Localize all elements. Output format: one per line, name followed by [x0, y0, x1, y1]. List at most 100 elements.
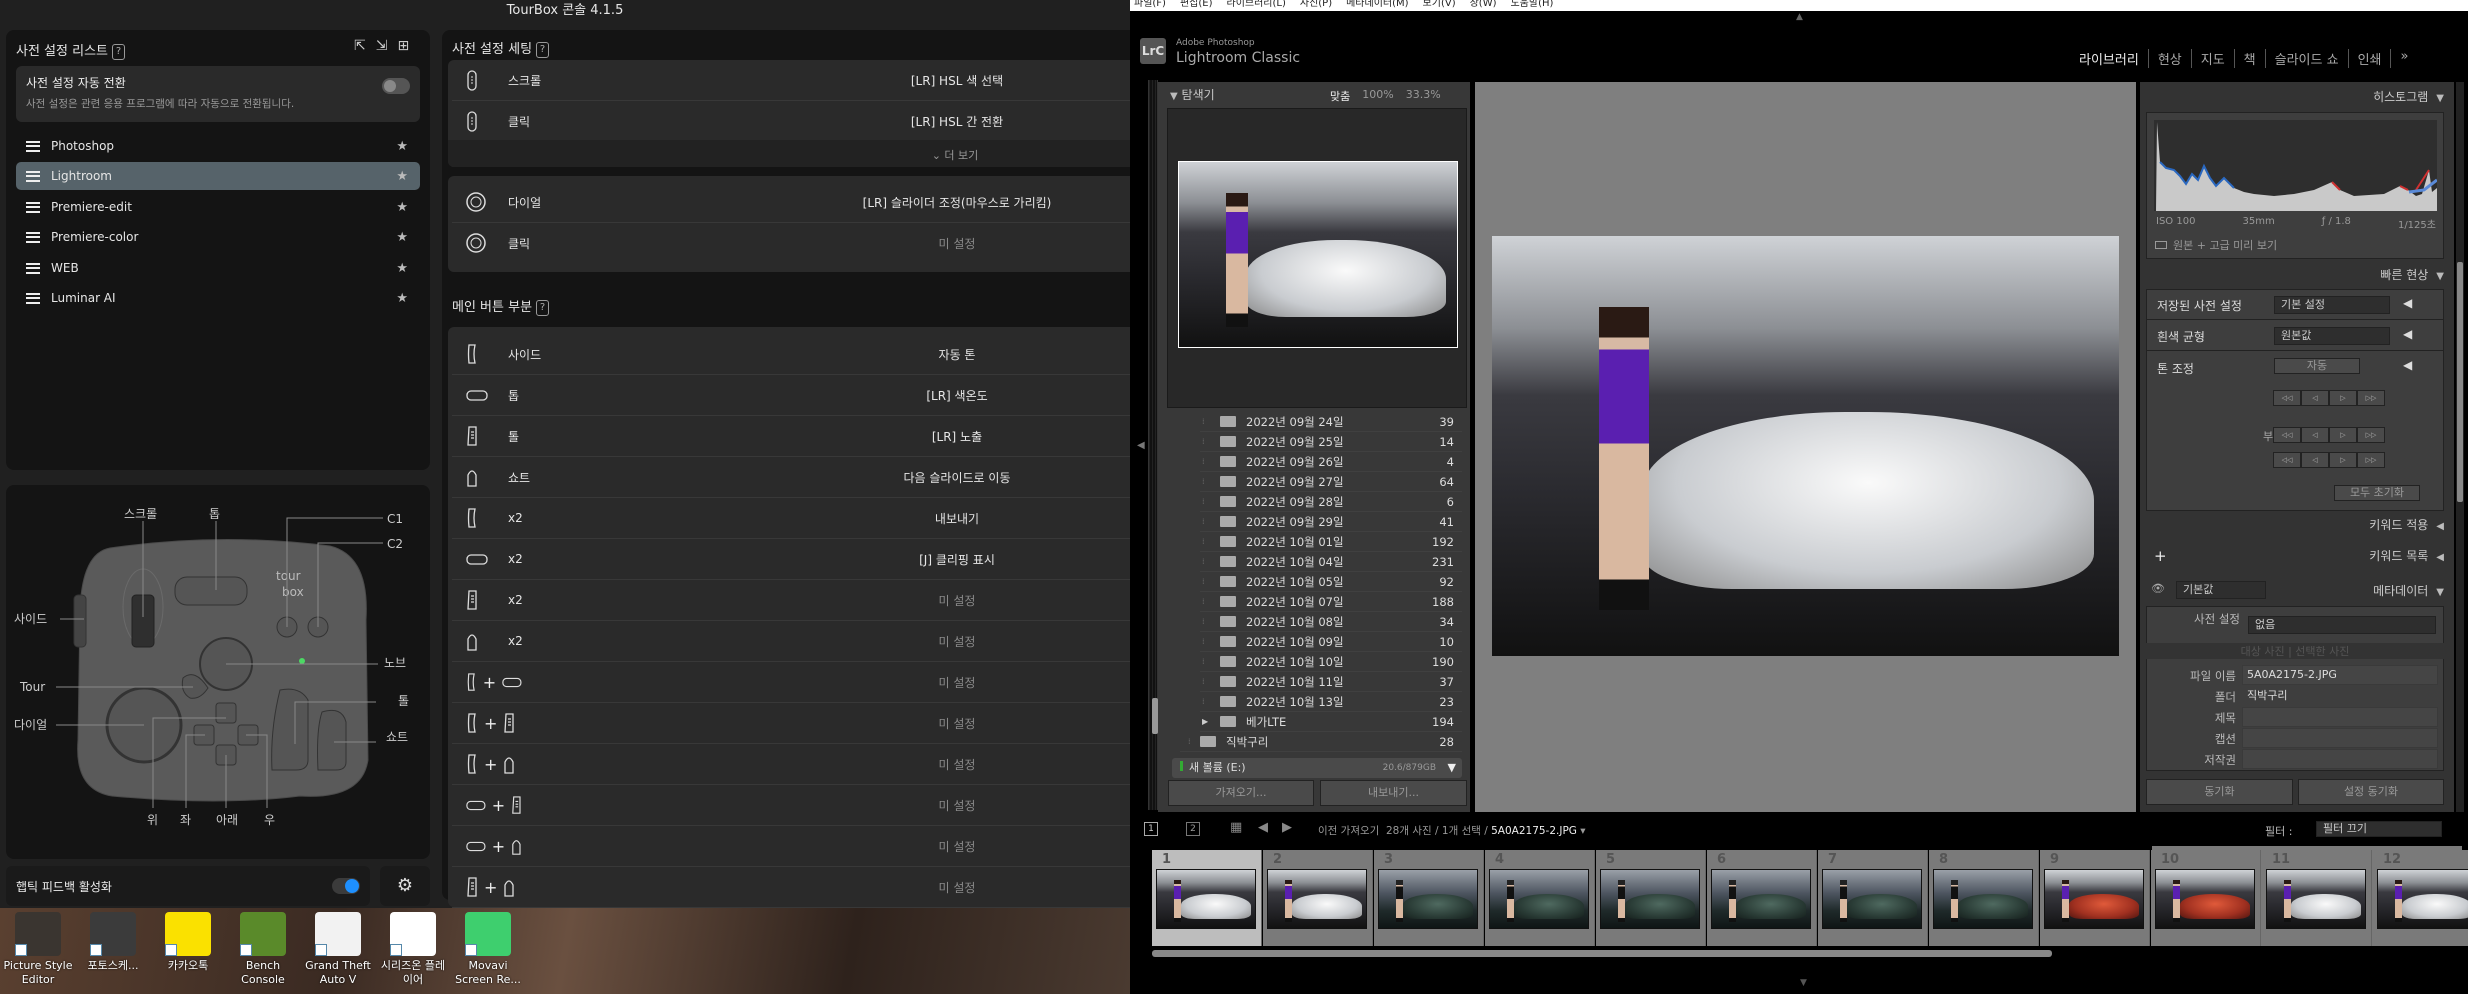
drag-handle-icon[interactable]: [26, 262, 40, 274]
desktop-icon[interactable]: Movavi Screen Re...: [452, 912, 524, 987]
star-icon[interactable]: ★: [396, 139, 408, 154]
settings-gear-icon[interactable]: ⚙: [380, 866, 430, 906]
button-mapping-row[interactable]: 클릭 [LR] HSL 간 전환: [452, 101, 1152, 142]
keyword-apply-header[interactable]: 키워드 적용 ◀: [2146, 516, 2444, 533]
menu-item[interactable]: 편집(E): [1180, 0, 1213, 9]
desktop-icon[interactable]: Bench Console: [227, 912, 299, 987]
menu-item[interactable]: 파일(F): [1134, 0, 1166, 9]
module-tab[interactable]: 인쇄: [2349, 49, 2392, 68]
metadata-field-value[interactable]: [2242, 707, 2438, 727]
expand-arrow-icon[interactable]: ▶: [1202, 717, 1212, 726]
help-icon[interactable]: ?: [112, 43, 125, 60]
desktop-icon[interactable]: Grand Theft Auto V: [302, 912, 374, 987]
filmstrip-scrollbar[interactable]: [1152, 950, 2052, 957]
button-mapping-row[interactable]: 톨 [LR] 노출: [452, 416, 1152, 457]
haptic-toggle[interactable]: [332, 878, 360, 894]
menu-item[interactable]: 메타데이터(M): [1346, 0, 1408, 9]
main-window-button[interactable]: 1: [1144, 822, 1158, 836]
preset-item[interactable]: WEB ★: [16, 254, 420, 282]
button-mapping-row[interactable]: 스크롤 [LR] HSL 색 선택: [452, 60, 1152, 101]
filmstrip-thumbnail[interactable]: 9: [2040, 850, 2150, 946]
desktop-icon[interactable]: 포토스케...: [77, 912, 149, 973]
folder-item[interactable]: ⁞ 2022년 10월 04일 231: [1200, 552, 1462, 572]
grid-view-icon[interactable]: ▦: [1230, 820, 1242, 835]
sync-button[interactable]: 동기화: [2146, 779, 2293, 805]
row-action-value[interactable]: [LR] 슬라이더 조정(마우스로 가리킴): [857, 194, 1057, 211]
left-scrollbar[interactable]: [1152, 698, 1158, 734]
metadata-preset-select[interactable]: 없음: [2248, 616, 2436, 634]
desktop-icon[interactable]: Picture Style Editor: [2, 912, 74, 987]
saved-preset-select[interactable]: 기본 설정: [2274, 296, 2390, 314]
button-mapping-row[interactable]: 다이얼 [LR] 슬라이더 조정(마우스로 가리킴): [452, 182, 1152, 223]
metadata-field-value[interactable]: [2242, 728, 2438, 748]
filmstrip-thumbnail[interactable]: 11: [2262, 850, 2372, 946]
button-mapping-row[interactable]: + 미 설정: [452, 826, 1152, 867]
button-mapping-row[interactable]: x2 [J] 클리핑 표시: [452, 539, 1152, 580]
navigator-preview[interactable]: [1167, 108, 1467, 408]
histogram-header[interactable]: 히스토그램 ▼: [2146, 88, 2444, 105]
row-action-value[interactable]: 미 설정: [857, 838, 1057, 855]
folder-item[interactable]: ⁞ 직박구리 28: [1180, 732, 1462, 752]
menu-item[interactable]: 라이브러리(L): [1227, 0, 1286, 9]
auto-tone-button[interactable]: 자동: [2274, 358, 2360, 374]
button-mapping-row[interactable]: + 미 설정: [452, 744, 1152, 785]
module-tab[interactable]: 현상: [2149, 49, 2192, 68]
filmstrip-thumbnail[interactable]: 12: [2373, 850, 2468, 946]
module-tab[interactable]: 책: [2235, 49, 2266, 68]
row-action-value[interactable]: [LR] 노출: [857, 428, 1057, 445]
second-window-button[interactable]: 2: [1186, 822, 1200, 836]
row-action-value[interactable]: 다음 슬라이드로 이동: [857, 469, 1057, 486]
drag-handle-icon[interactable]: [26, 140, 40, 152]
button-mapping-row[interactable]: 쇼트 다음 슬라이드로 이동: [452, 457, 1152, 498]
vibrance-stepper[interactable]: ◁◁ ◁ ▷ ▷▷: [2273, 452, 2385, 468]
navigator-header[interactable]: ▼ 탐색기: [1170, 86, 1215, 103]
preset-item[interactable]: Premiere-edit ★: [16, 193, 420, 221]
exposure-stepper[interactable]: ◁◁ ◁ ▷ ▷▷: [2273, 390, 2385, 406]
row-action-value[interactable]: 미 설정: [857, 592, 1057, 609]
prev-arrow-icon[interactable]: ◀: [1258, 820, 1268, 835]
metadata-header[interactable]: 메타데이터 ▼: [2146, 582, 2444, 599]
reset-all-button[interactable]: 모두 초기화: [2334, 485, 2420, 501]
menu-item[interactable]: 사진(P): [1300, 0, 1332, 9]
import-button[interactable]: 가져오기...: [1168, 780, 1314, 806]
auto-switch-toggle[interactable]: [382, 78, 410, 94]
menu-item[interactable]: 보기(V): [1423, 0, 1456, 9]
row-action-value[interactable]: 자동 톤: [857, 346, 1057, 363]
folder-item[interactable]: ⁞ 2022년 10월 01일 192: [1200, 532, 1462, 552]
filmstrip-thumbnail[interactable]: 1: [1152, 850, 1262, 946]
filmstrip-thumbnail[interactable]: 2: [1263, 850, 1373, 946]
target-toggle[interactable]: 대상 사진 | 선택한 사진: [2146, 643, 2444, 659]
folder-item[interactable]: ⁞ 2022년 10월 13일 23: [1200, 692, 1462, 712]
drag-handle-icon[interactable]: [26, 292, 40, 304]
volume-row[interactable]: 새 볼륨 (E:) 20.6/879GB ▼: [1172, 758, 1462, 778]
folder-item[interactable]: ⁞ 2022년 09월 24일 39: [1200, 412, 1462, 432]
help-icon[interactable]: ?: [536, 41, 550, 58]
preset-item[interactable]: Luminar AI ★: [16, 284, 420, 312]
row-action-value[interactable]: [LR] HSL 색 선택: [857, 72, 1057, 89]
button-mapping-row[interactable]: x2 미 설정: [452, 580, 1152, 621]
button-mapping-row[interactable]: 톱 [LR] 색온도: [452, 375, 1152, 416]
add-keyword-icon[interactable]: +: [2154, 547, 2167, 565]
row-action-value[interactable]: 미 설정: [857, 715, 1057, 732]
collapse-left-icon[interactable]: ◀: [1137, 440, 1145, 451]
preset-item[interactable]: Premiere-color ★: [16, 223, 420, 251]
expand-icon[interactable]: ◀: [2403, 327, 2412, 341]
button-mapping-row[interactable]: + 미 설정: [452, 867, 1152, 908]
row-action-value[interactable]: [LR] 색온도: [857, 387, 1057, 404]
folder-item[interactable]: ⁞ 2022년 10월 08일 34: [1200, 612, 1462, 632]
row-action-value[interactable]: 미 설정: [857, 674, 1057, 691]
star-icon[interactable]: ★: [396, 200, 408, 215]
row-action-value[interactable]: [J] 클리핑 표시: [857, 551, 1057, 568]
preset-item[interactable]: Lightroom ★: [16, 162, 420, 190]
sync-settings-button[interactable]: 설정 동기화: [2298, 779, 2444, 805]
help-icon[interactable]: ?: [536, 299, 550, 316]
row-action-value[interactable]: [LR] HSL 간 전환: [857, 113, 1057, 130]
filmstrip-source[interactable]: 이전 가져오기 28개 사진 / 1개 선택 / 5A0A2175-2.JPG …: [1318, 823, 1586, 838]
row-action-value[interactable]: 내보내기: [857, 510, 1057, 527]
desktop-icon[interactable]: 카카오톡: [152, 912, 224, 973]
button-mapping-row[interactable]: + 미 설정: [452, 785, 1152, 826]
folder-item[interactable]: ▶ 베가LTE 194: [1200, 712, 1462, 732]
button-mapping-row[interactable]: + 미 설정: [452, 662, 1152, 703]
zoom-fit[interactable]: 맞춤: [1330, 88, 1350, 104]
volume-menu-icon[interactable]: ▼: [1448, 758, 1456, 778]
